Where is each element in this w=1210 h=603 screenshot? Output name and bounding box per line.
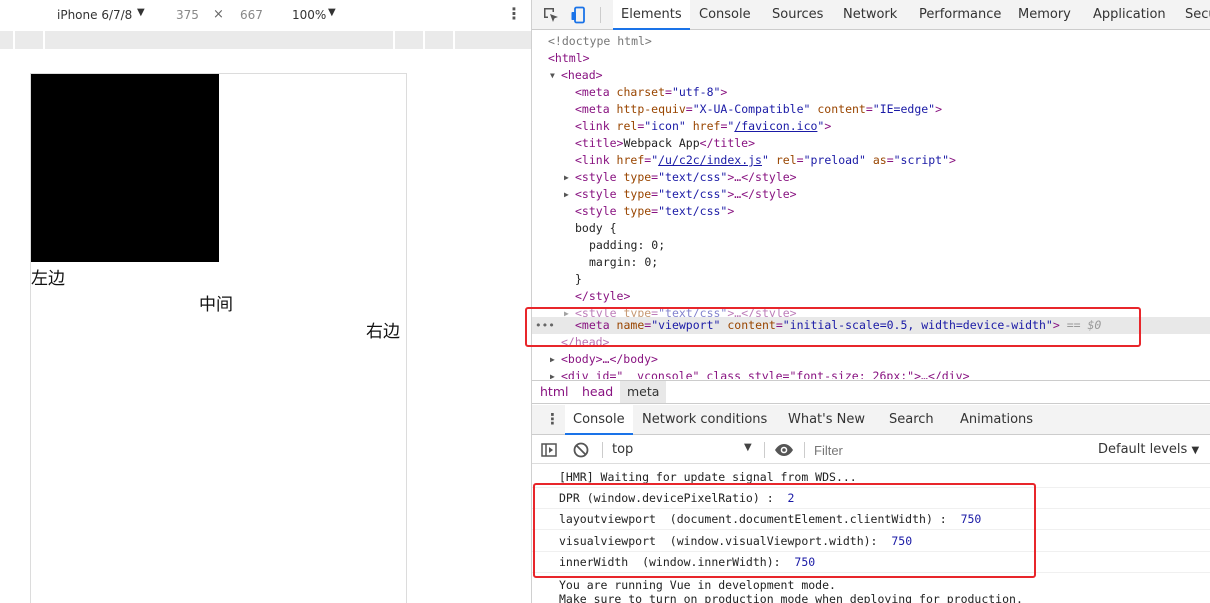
- toolbar-separator: [602, 442, 603, 458]
- breadcrumb-head[interactable]: head: [575, 381, 620, 403]
- drawer-menu-icon[interactable]: ⋮: [545, 410, 560, 428]
- console-message: You are running Vue in development mode.: [559, 578, 836, 592]
- expand-triangle-icon[interactable]: ▼: [550, 67, 555, 84]
- selected-marker: == $0: [1066, 318, 1102, 332]
- html-tag: <html>: [548, 51, 590, 65]
- elements-tree[interactable]: <!doctype html> <html> ▼ <head> <meta ch…: [532, 31, 1210, 379]
- favicon-link[interactable]: /favicon.ico: [734, 119, 817, 133]
- inspect-element-icon[interactable]: [542, 6, 560, 24]
- collapsed-triangle-icon[interactable]: ▶: [550, 351, 555, 368]
- console-message: innerWidth (window.innerWidth): 750: [532, 552, 1210, 573]
- device-select[interactable]: iPhone 6/7/8: [57, 8, 132, 22]
- tab-performance[interactable]: Performance: [919, 0, 1001, 30]
- head-tag: <head>: [561, 68, 603, 82]
- css-text-line[interactable]: body {: [532, 220, 1210, 237]
- media-segment[interactable]: [45, 31, 393, 49]
- toolbar-separator: [804, 442, 805, 458]
- collapsed-triangle-icon[interactable]: ▶: [550, 368, 555, 379]
- selected-dom-node[interactable]: ••• <meta name="viewport" content="initi…: [532, 317, 1210, 334]
- console-message: Make sure to turn on production mode whe…: [559, 592, 1023, 603]
- context-caret-icon[interactable]: ▼: [744, 442, 752, 453]
- device-caret-icon[interactable]: ▼: [137, 7, 145, 18]
- console-toolbar: top ▼ Default levels ▼: [532, 436, 1210, 464]
- dom-node[interactable]: ▶ <div id="__vconsole" class style="font…: [532, 368, 1210, 379]
- dom-node[interactable]: <!doctype html>: [532, 33, 1210, 50]
- dom-node[interactable]: </style>: [532, 288, 1210, 305]
- tab-elements[interactable]: Elements: [613, 0, 690, 30]
- dom-node[interactable]: <style type="text/css">: [532, 203, 1210, 220]
- console-output[interactable]: [HMR] Waiting for update signal from WDS…: [532, 465, 1210, 603]
- toolbar-separator: [600, 7, 601, 23]
- index-js-link[interactable]: /u/c2c/index.js: [658, 153, 762, 167]
- devtools-panel: Elements Console Sources Network Perform…: [532, 0, 1210, 603]
- dom-node[interactable]: <html>: [532, 50, 1210, 67]
- device-height-input[interactable]: 667: [240, 8, 263, 22]
- drawer-tab-bar: ⋮ Console Network conditions What's New …: [532, 405, 1210, 435]
- dom-node[interactable]: <meta charset="utf-8">: [532, 84, 1210, 101]
- media-segment[interactable]: [0, 31, 13, 49]
- media-query-bar[interactable]: [0, 31, 531, 49]
- toolbar-separator: [764, 442, 765, 458]
- breadcrumb-meta[interactable]: meta: [620, 381, 667, 403]
- dom-node[interactable]: ▼ <head>: [532, 67, 1210, 84]
- filter-input[interactable]: [808, 440, 1088, 461]
- drawer-tab-animations[interactable]: Animations: [960, 405, 1033, 435]
- middle-text: 中间: [199, 295, 233, 315]
- dom-node[interactable]: ▶ <style type="text/css">…</style>: [532, 169, 1210, 186]
- clear-console-icon[interactable]: [572, 441, 590, 459]
- dom-node[interactable]: <link rel="icon" href="/favicon.ico">: [532, 118, 1210, 135]
- dom-node[interactable]: <title>Webpack App</title>: [532, 135, 1210, 152]
- tab-application[interactable]: Application: [1093, 0, 1166, 30]
- more-dots-icon[interactable]: •••: [535, 317, 555, 334]
- left-text: 左边: [31, 269, 65, 289]
- drawer-tab-network-conditions[interactable]: Network conditions: [642, 405, 767, 435]
- dimension-times-icon: ×: [213, 7, 224, 22]
- drawer-tab-whats-new[interactable]: What's New: [788, 405, 865, 435]
- tab-network[interactable]: Network: [843, 0, 897, 30]
- collapsed-triangle-icon[interactable]: ▶: [564, 186, 569, 203]
- device-toolbar: iPhone 6/7/8 ▼ 375 × 667 100% ▼ ⋮: [0, 0, 531, 30]
- right-text: 右边: [366, 322, 400, 342]
- console-message: layoutviewport (document.documentElement…: [532, 509, 1210, 530]
- dom-node[interactable]: ▶ <body>…</body>: [532, 351, 1210, 368]
- device-more-icon[interactable]: ⋮: [506, 4, 522, 23]
- sidebar-toggle-icon[interactable]: [540, 441, 558, 459]
- zoom-select[interactable]: 100%: [292, 8, 326, 22]
- device-width-input[interactable]: 375: [176, 8, 199, 22]
- media-segment[interactable]: [425, 31, 453, 49]
- zoom-caret-icon[interactable]: ▼: [328, 7, 336, 18]
- dom-node[interactable]: <meta http-equiv="X-UA-Compatible" conte…: [532, 101, 1210, 118]
- breadcrumb-html[interactable]: html: [533, 381, 575, 403]
- log-levels-select[interactable]: Default levels ▼: [1098, 442, 1199, 457]
- emulated-viewport: 左边 中间 右边: [30, 73, 407, 603]
- dom-node[interactable]: <link href="/u/c2c/index.js" rel="preloa…: [532, 152, 1210, 169]
- console-message: [HMR] Waiting for update signal from WDS…: [532, 467, 1210, 488]
- tab-sources[interactable]: Sources: [772, 0, 823, 30]
- media-segment[interactable]: [395, 31, 423, 49]
- css-text-line[interactable]: margin: 0;: [532, 254, 1210, 271]
- tab-memory[interactable]: Memory: [1018, 0, 1071, 30]
- drawer-tab-search[interactable]: Search: [889, 405, 934, 435]
- context-select[interactable]: top: [612, 442, 633, 457]
- black-square: [31, 74, 219, 262]
- drawer-tab-console[interactable]: Console: [565, 405, 633, 435]
- console-message: visualviewport (window.visualViewport.wi…: [532, 531, 1210, 552]
- css-text-line[interactable]: }: [532, 271, 1210, 288]
- device-emulation-pane: iPhone 6/7/8 ▼ 375 × 667 100% ▼ ⋮ 左边 中间 …: [0, 0, 531, 603]
- media-segment[interactable]: [455, 31, 531, 49]
- eye-icon[interactable]: [774, 441, 794, 459]
- media-segment[interactable]: [15, 31, 43, 49]
- dom-node[interactable]: </head>: [532, 334, 1210, 351]
- doctype-node: <!doctype html>: [548, 34, 652, 48]
- css-text-line[interactable]: padding: 0;: [532, 237, 1210, 254]
- dom-node[interactable]: ▶ <style type="text/css">…</style>: [532, 186, 1210, 203]
- device-toggle-icon[interactable]: [570, 6, 588, 24]
- console-message: DPR (window.devicePixelRatio) : 2: [532, 488, 1210, 509]
- tab-console[interactable]: Console: [699, 0, 751, 30]
- breadcrumb: html head meta: [532, 380, 1210, 404]
- devtools-tab-bar: Elements Console Sources Network Perform…: [532, 0, 1210, 30]
- tab-security[interactable]: Secu: [1185, 0, 1210, 30]
- levels-caret-icon: ▼: [1191, 445, 1200, 456]
- collapsed-triangle-icon[interactable]: ▶: [564, 169, 569, 186]
